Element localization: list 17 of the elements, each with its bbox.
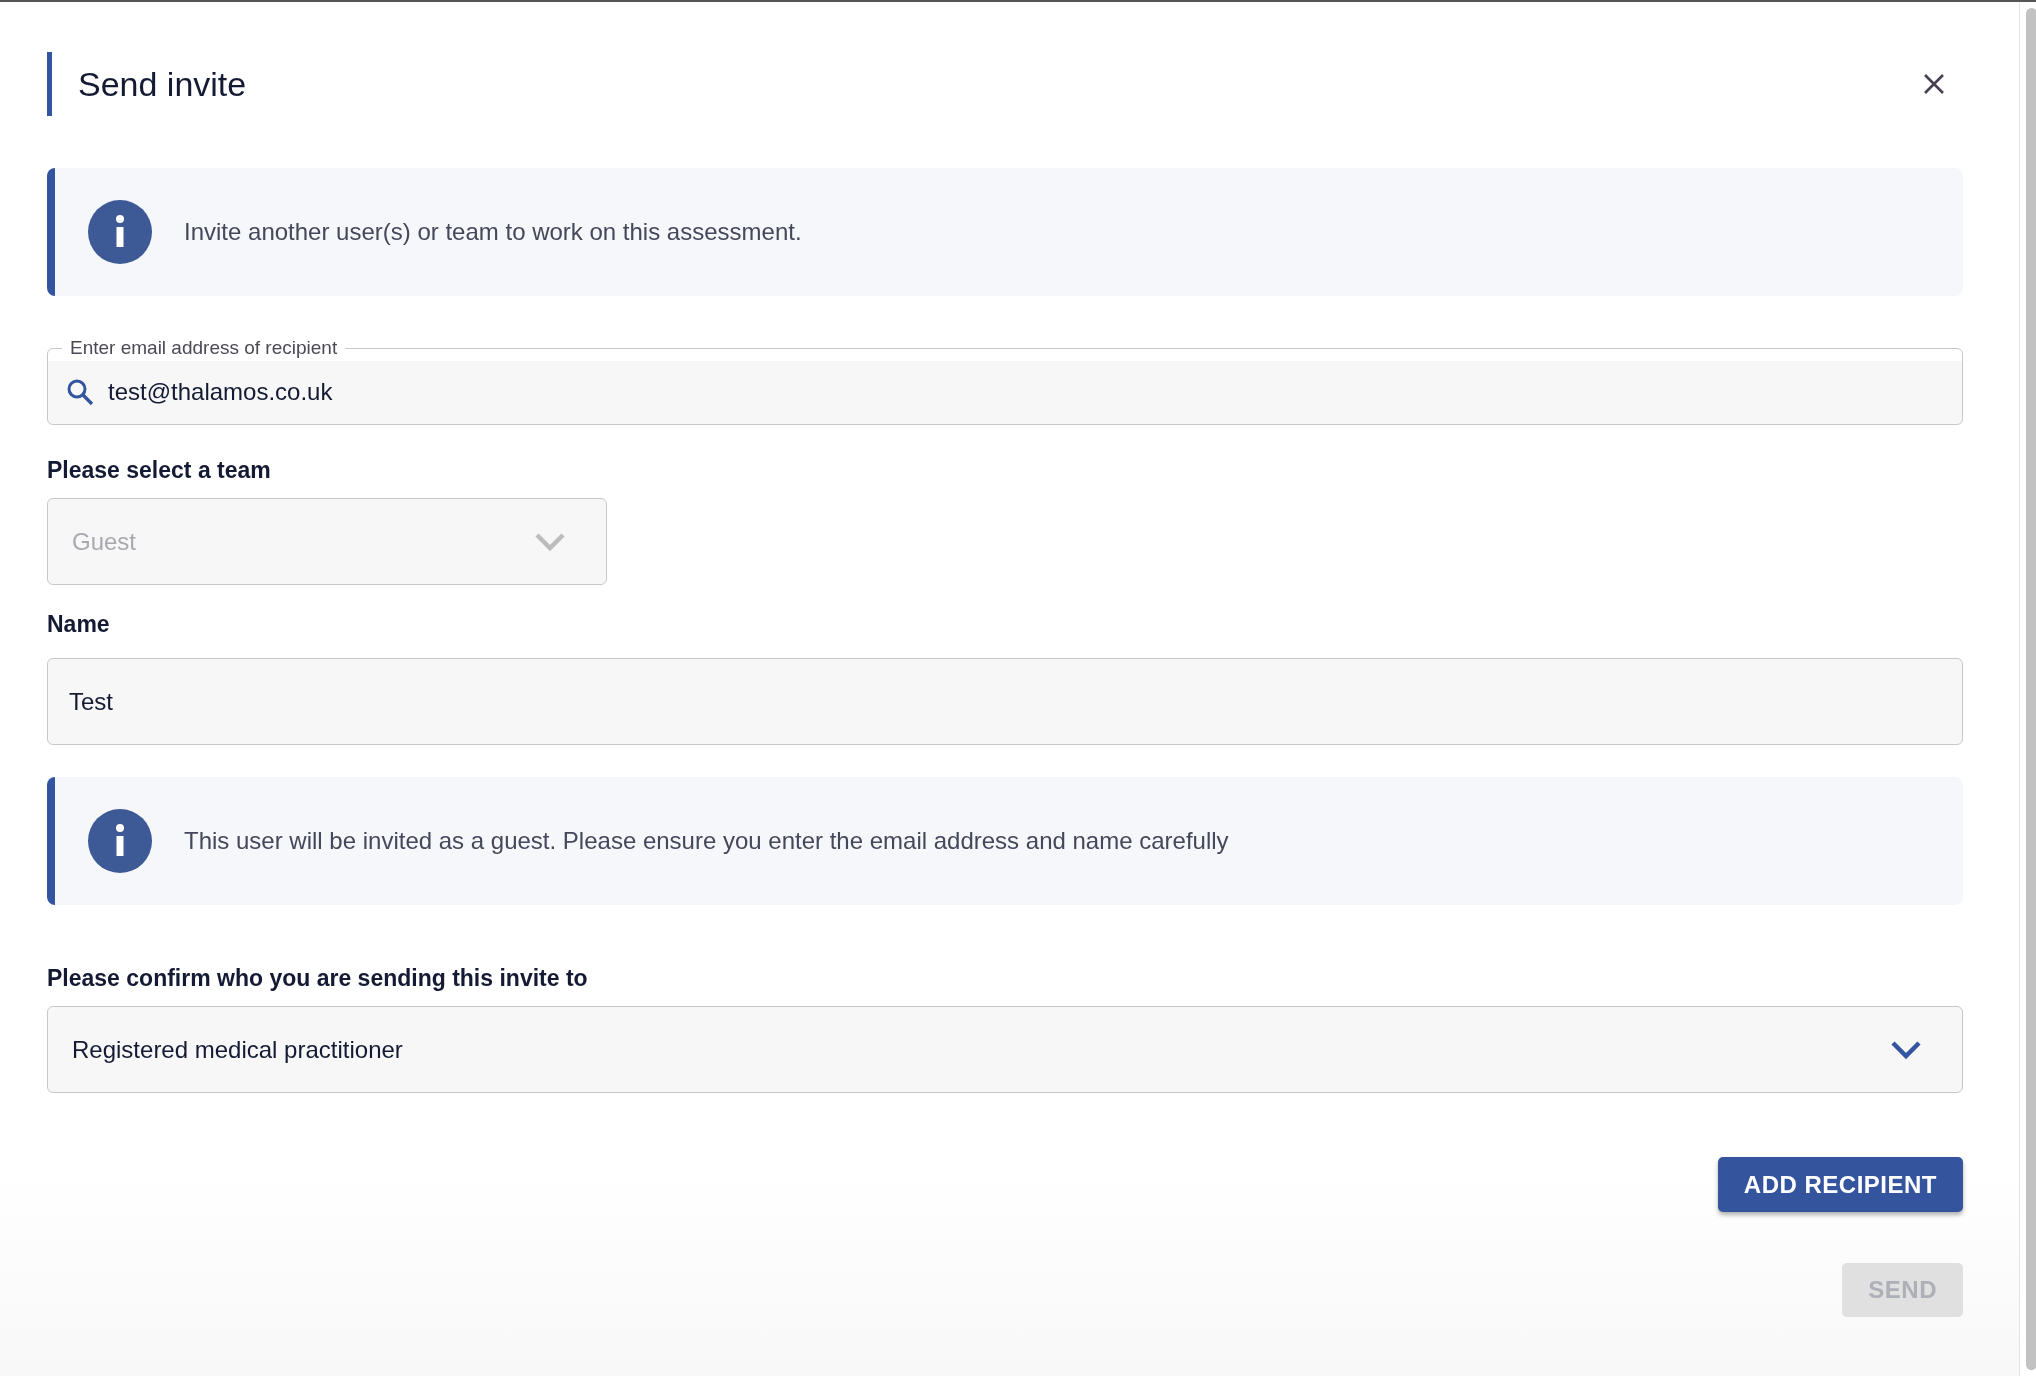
dialog-title: Send invite [47, 52, 247, 116]
search-icon [66, 378, 94, 406]
field-label: Enter email address of recipient [69, 336, 339, 360]
recipient-type-dropdown[interactable]: Registered medical practitioner [47, 1006, 1963, 1093]
field-label: Name [47, 611, 111, 638]
field-label: Please select a team [47, 457, 272, 484]
scrollbar[interactable] [2019, 2, 2036, 1376]
chevron-down-icon [534, 531, 566, 552]
notice-text: Invite another user(s) or team to work on this assessment. [184, 218, 802, 246]
info-icon [88, 809, 152, 873]
chevron-down-icon [1890, 1039, 1922, 1060]
close-icon[interactable] [1923, 73, 1945, 95]
notice-text: This user will be invited as a guest. Please ensure you enter the email address and name carefully [184, 827, 1229, 855]
add-recipient-button[interactable]: ADD RECIPIENT [1717, 1157, 1963, 1212]
name-field[interactable]: Test [47, 658, 1963, 745]
field-label: Please confirm who you are sending this invite to [47, 965, 589, 992]
info-icon [88, 200, 152, 264]
